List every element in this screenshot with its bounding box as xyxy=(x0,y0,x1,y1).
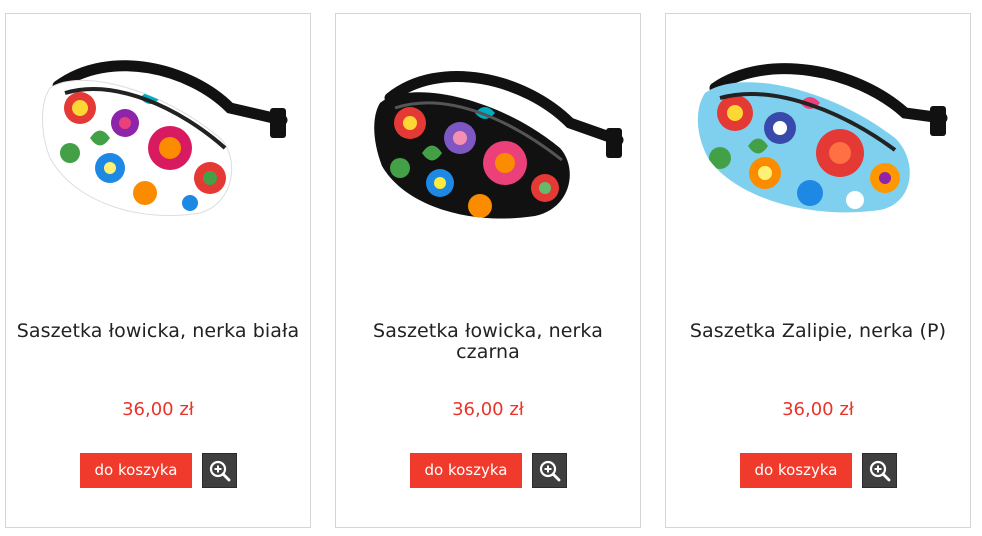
zoom-in-icon xyxy=(869,460,890,481)
product-title[interactable]: Saszetka łowicka, nerka czarna xyxy=(346,321,630,363)
product-title[interactable]: Saszetka Zalipie, nerka (P) xyxy=(676,321,960,342)
product-price: 36,00 zł xyxy=(122,399,194,420)
product-image-black-floral-fanny-pack[interactable] xyxy=(350,28,626,268)
add-to-cart-button[interactable]: do koszyka xyxy=(740,453,852,488)
quick-view-button[interactable] xyxy=(532,453,567,488)
product-title[interactable]: Saszetka łowicka, nerka biała xyxy=(16,321,300,342)
add-to-cart-button[interactable]: do koszyka xyxy=(80,453,192,488)
product-image-white-floral-fanny-pack[interactable] xyxy=(20,28,296,268)
product-card: Saszetka Zalipie, nerka (P) 36,00 zł do … xyxy=(665,13,971,528)
product-grid: Saszetka łowicka, nerka biała 36,00 zł d… xyxy=(0,0,982,536)
add-to-cart-button[interactable]: do koszyka xyxy=(410,453,522,488)
zoom-in-icon xyxy=(209,460,230,481)
product-card: Saszetka łowicka, nerka czarna 36,00 zł … xyxy=(335,13,641,528)
quick-view-button[interactable] xyxy=(862,453,897,488)
quick-view-button[interactable] xyxy=(202,453,237,488)
zoom-in-icon xyxy=(539,460,560,481)
product-price: 36,00 zł xyxy=(782,399,854,420)
product-price: 36,00 zł xyxy=(452,399,524,420)
product-image-blue-floral-fanny-pack[interactable] xyxy=(680,28,956,268)
product-card: Saszetka łowicka, nerka biała 36,00 zł d… xyxy=(5,13,311,528)
